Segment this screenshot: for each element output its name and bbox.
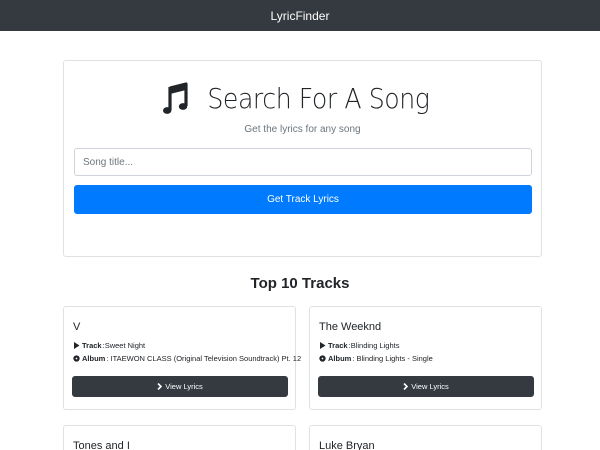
search-card: Search For A Song Get the lyrics for any… — [63, 60, 542, 257]
compact-disc-icon — [73, 355, 80, 362]
track-row: Track: Sweet Night — [73, 341, 145, 350]
track-row: Track: Blinding Lights — [319, 341, 400, 350]
chevron-right-icon — [157, 383, 163, 390]
get-track-lyrics-button[interactable]: Get Track Lyrics — [74, 185, 532, 214]
album-label: Album — [82, 354, 106, 363]
brand-link[interactable]: LyricFinder — [271, 9, 330, 23]
view-lyrics-label: View Lyrics — [165, 382, 203, 391]
artist-name: The Weeknd — [319, 321, 382, 333]
album-row: Album: Blinding Lights - Single — [319, 354, 433, 363]
play-icon — [320, 342, 326, 349]
chevron-right-icon — [403, 383, 409, 390]
track-label: Track — [328, 341, 348, 350]
play-icon — [74, 342, 80, 349]
view-lyrics-button[interactable]: View Lyrics — [318, 376, 534, 397]
song-title-input[interactable] — [74, 148, 532, 176]
track-card: V Track: Sweet Night Album: ITAEWON CLASS… — [63, 306, 301, 410]
track-label: Track — [82, 341, 102, 350]
top-tracks-heading: Top 10 Tracks — [250, 275, 350, 292]
track-card: Luke Bryan — [309, 425, 542, 450]
album-name: ITAEWON CLASS (Original Television Sound… — [110, 354, 302, 363]
track-card: The Weeknd Track: Blinding Lights Album: … — [309, 306, 542, 410]
artist-name: Tones and I — [73, 440, 130, 450]
artist-name: Luke Bryan — [319, 440, 375, 450]
search-subtitle: Get the lyrics for any song — [244, 124, 361, 135]
search-title-text: Search For A Song — [207, 81, 430, 115]
view-lyrics-button[interactable]: View Lyrics — [72, 376, 288, 397]
artist-name: V — [73, 321, 81, 333]
navbar: LyricFinder — [0, 0, 600, 31]
album-name: Blinding Lights - Single — [356, 354, 433, 363]
view-lyrics-label: View Lyrics — [411, 382, 449, 391]
music-note-icon — [163, 82, 188, 114]
album-label: Album — [328, 354, 352, 363]
page-title: Search For A Song — [64, 81, 541, 115]
compact-disc-icon — [319, 355, 326, 362]
album-row: Album: ITAEWON CLASS (Original Televisio… — [73, 354, 301, 363]
track-card: Tones and I — [63, 425, 296, 450]
track-name: Sweet Night — [104, 341, 146, 350]
track-name: Blinding Lights — [350, 341, 400, 350]
